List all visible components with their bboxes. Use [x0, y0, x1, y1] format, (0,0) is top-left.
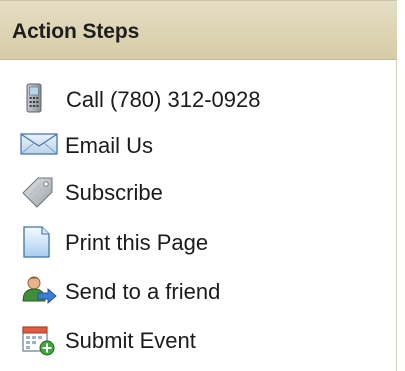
action-subscribe-label: Subscribe: [65, 180, 163, 205]
action-send-to-friend-label: Send to a friend: [65, 279, 221, 304]
document-icon: [20, 226, 60, 258]
action-submit-event[interactable]: Submit Event: [0, 320, 396, 360]
action-call[interactable]: Call (780) 312-0928: [0, 79, 396, 119]
action-subscribe[interactable]: Subscribe: [0, 172, 396, 212]
envelope-icon: [20, 129, 60, 161]
mobile-phone-icon: [20, 83, 60, 115]
action-submit-event-label: Submit Event: [65, 328, 196, 353]
tag-icon: [20, 176, 60, 208]
calendar-add-icon: [20, 324, 60, 356]
user-send-icon: [20, 275, 60, 307]
action-steps-panel: Action Steps Call (780) 312-0928 Email U…: [0, 0, 397, 371]
action-print-label: Print this Page: [65, 230, 209, 255]
panel-title: Action Steps: [12, 20, 140, 43]
action-call-label: Call (780) 312-0928: [66, 87, 261, 112]
action-email[interactable]: Email Us: [0, 125, 396, 165]
action-email-label: Email Us: [65, 133, 154, 158]
action-send-to-friend[interactable]: Send to a friend: [0, 271, 396, 311]
panel-header: Action Steps: [0, 0, 397, 60]
action-print[interactable]: Print this Page: [0, 222, 396, 262]
